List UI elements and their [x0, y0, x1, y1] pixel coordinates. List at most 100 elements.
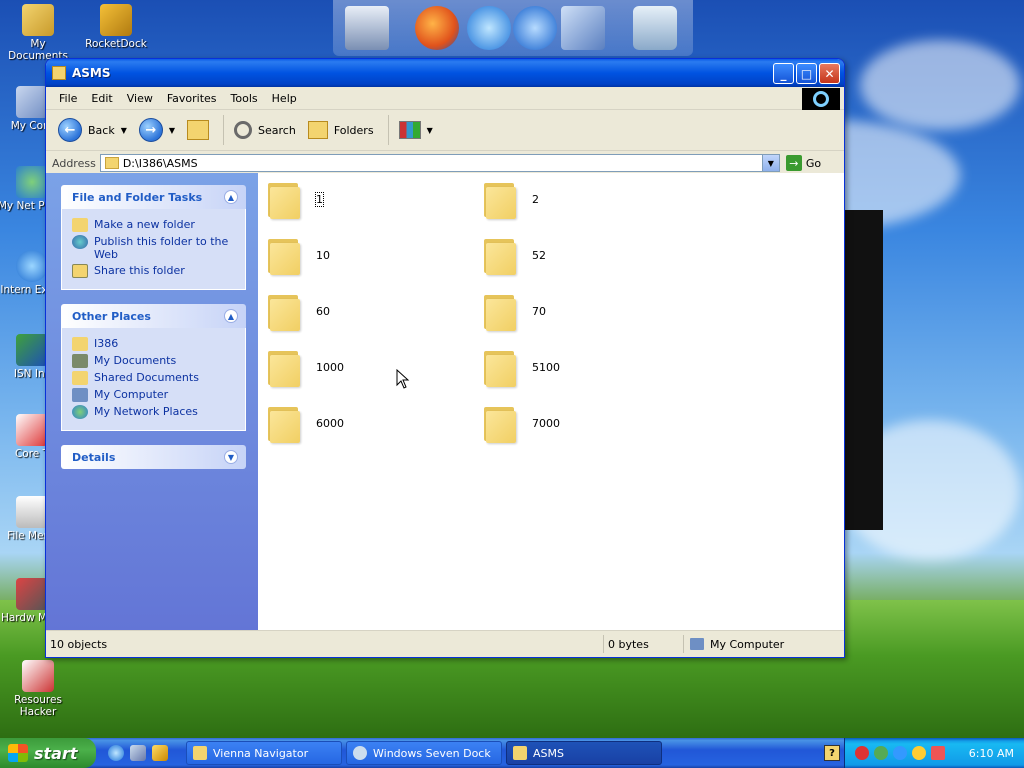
app-icon — [353, 746, 367, 760]
desktop-icon-my-documents[interactable]: My Documents — [0, 4, 76, 62]
computer-icon — [72, 388, 88, 402]
folder-item[interactable]: 70 — [482, 291, 546, 331]
ie-icon[interactable] — [467, 6, 511, 50]
place-i386[interactable]: I386 — [72, 337, 237, 351]
go-label: Go — [805, 156, 822, 170]
settings-icon[interactable] — [561, 6, 605, 50]
firefox-icon[interactable] — [415, 6, 459, 50]
taskbar-item-vienna-navigator[interactable]: Vienna Navigator — [186, 741, 342, 765]
maximize-icon: □ — [800, 66, 813, 81]
folder-up-icon — [187, 120, 210, 140]
start-button[interactable]: start — [0, 738, 96, 768]
menu-view[interactable]: View — [120, 92, 160, 105]
menu-tools[interactable]: Tools — [224, 92, 265, 105]
chevron-down-icon[interactable]: ▼ — [169, 126, 175, 135]
panel-header[interactable]: Details ▼ — [61, 445, 246, 469]
panel-body: Make a new folder Publish this folder to… — [61, 209, 246, 290]
clock[interactable]: 6:10 AM — [969, 747, 1014, 760]
mouse-cursor-icon — [396, 369, 410, 389]
forward-button[interactable]: → ▼ — [135, 116, 179, 144]
collapse-icon[interactable]: ▲ — [224, 309, 238, 323]
desktop-icon-label: Resoures Hacker — [14, 694, 62, 718]
chevron-down-icon[interactable]: ▼ — [121, 126, 127, 135]
close-button[interactable]: ✕ — [819, 63, 840, 84]
folder-item[interactable]: 1 — [266, 179, 324, 219]
network-icon[interactable] — [874, 746, 888, 760]
place-label: My Documents — [94, 354, 177, 367]
title-bar[interactable]: ASMS _ □ ✕ — [46, 59, 844, 87]
security-icon[interactable] — [855, 746, 869, 760]
quick-launch — [108, 745, 168, 761]
go-button[interactable]: → Go — [785, 155, 822, 171]
maximize-button[interactable]: □ — [796, 63, 817, 84]
content-area: File and Folder Tasks ▲ Make a new folde… — [46, 173, 844, 631]
tray-app-icon[interactable] — [893, 746, 907, 760]
views-button[interactable]: ▼ — [395, 119, 437, 141]
place-my-documents[interactable]: My Documents — [72, 354, 237, 368]
task-share-folder[interactable]: Share this folder — [72, 264, 237, 278]
folder-item[interactable]: 52 — [482, 235, 546, 275]
place-shared-documents[interactable]: Shared Documents — [72, 371, 237, 385]
search-icon — [234, 121, 253, 139]
folder-item[interactable]: 60 — [266, 291, 330, 331]
back-arrow-icon: ← — [58, 118, 82, 142]
folder-item[interactable]: 2 — [482, 179, 539, 219]
explorer-window: ASMS _ □ ✕ File Edit View Favorites Tool… — [45, 58, 845, 658]
desktop-icon-resource-hacker[interactable]: Resoures Hacker — [0, 660, 76, 718]
folder-label: 5100 — [532, 360, 560, 374]
panel-header[interactable]: Other Places ▲ — [61, 304, 246, 328]
folder-item[interactable]: 1000 — [266, 347, 344, 387]
place-my-network-places[interactable]: My Network Places — [72, 405, 237, 419]
search-button[interactable]: Search — [230, 119, 300, 141]
address-dropdown-button[interactable]: ▼ — [761, 155, 779, 171]
shared-folder-icon — [72, 371, 88, 385]
new-folder-icon — [72, 218, 88, 232]
taskbar-item-windows-seven-dock[interactable]: Windows Seven Dock — [346, 741, 502, 765]
monitor-icon[interactable] — [345, 6, 389, 50]
address-input[interactable]: D:\I386\ASMS ▼ — [99, 154, 780, 172]
folder-item[interactable]: 6000 — [266, 403, 344, 443]
show-desktop-icon[interactable] — [130, 745, 146, 761]
folders-label: Folders — [333, 123, 374, 137]
folders-button[interactable]: Folders — [304, 119, 378, 141]
panel-title: File and Folder Tasks — [72, 190, 203, 204]
menu-file[interactable]: File — [52, 92, 84, 105]
expand-icon[interactable]: ▼ — [224, 450, 238, 464]
place-label: Shared Documents — [94, 371, 199, 384]
thermometer-icon — [16, 414, 48, 446]
folder-item[interactable]: 10 — [266, 235, 330, 275]
menu-edit[interactable]: Edit — [84, 92, 119, 105]
collapse-icon[interactable]: ▲ — [224, 190, 238, 204]
tray-app-icon[interactable] — [931, 746, 945, 760]
folder-label: 2 — [532, 192, 539, 206]
media-player-icon[interactable] — [513, 6, 557, 50]
back-button[interactable]: ← Back ▼ — [54, 116, 131, 144]
file-list: 1 2 10 52 60 70 1000 5100 6000 7000 — [258, 173, 844, 631]
panel-header[interactable]: File and Folder Tasks ▲ — [61, 185, 246, 209]
place-my-computer[interactable]: My Computer — [72, 388, 237, 402]
folder-label: 7000 — [532, 416, 560, 430]
status-size-value: 0 bytes — [608, 637, 649, 651]
taskbar: start Vienna Navigator Windows Seven Doc… — [0, 738, 1024, 768]
folder-label: 1000 — [316, 360, 344, 374]
task-publish-to-web[interactable]: Publish this folder to the Web — [72, 235, 237, 261]
tray-app-icon[interactable] — [912, 746, 926, 760]
desktop-widget — [843, 210, 883, 530]
menu-favorites[interactable]: Favorites — [160, 92, 224, 105]
status-object-count: 10 objects — [46, 635, 604, 653]
place-label: My Network Places — [94, 405, 198, 418]
taskbar-item-asms[interactable]: ASMS — [506, 741, 662, 765]
taskbar-item-label: ASMS — [533, 746, 564, 760]
recycle-bin-icon[interactable] — [633, 6, 677, 50]
menu-help[interactable]: Help — [265, 92, 304, 105]
desktop-icon-rocketdock[interactable]: RocketDock — [78, 4, 154, 50]
folder-item[interactable]: 7000 — [482, 403, 560, 443]
up-button[interactable] — [183, 118, 213, 142]
task-make-new-folder[interactable]: Make a new folder — [72, 218, 237, 232]
help-icon[interactable]: ? — [824, 745, 840, 761]
media-icon[interactable] — [152, 745, 168, 761]
rocketdock-icon — [100, 4, 132, 36]
ie-icon[interactable] — [108, 745, 124, 761]
folder-item[interactable]: 5100 — [482, 347, 560, 387]
minimize-button[interactable]: _ — [773, 63, 794, 84]
